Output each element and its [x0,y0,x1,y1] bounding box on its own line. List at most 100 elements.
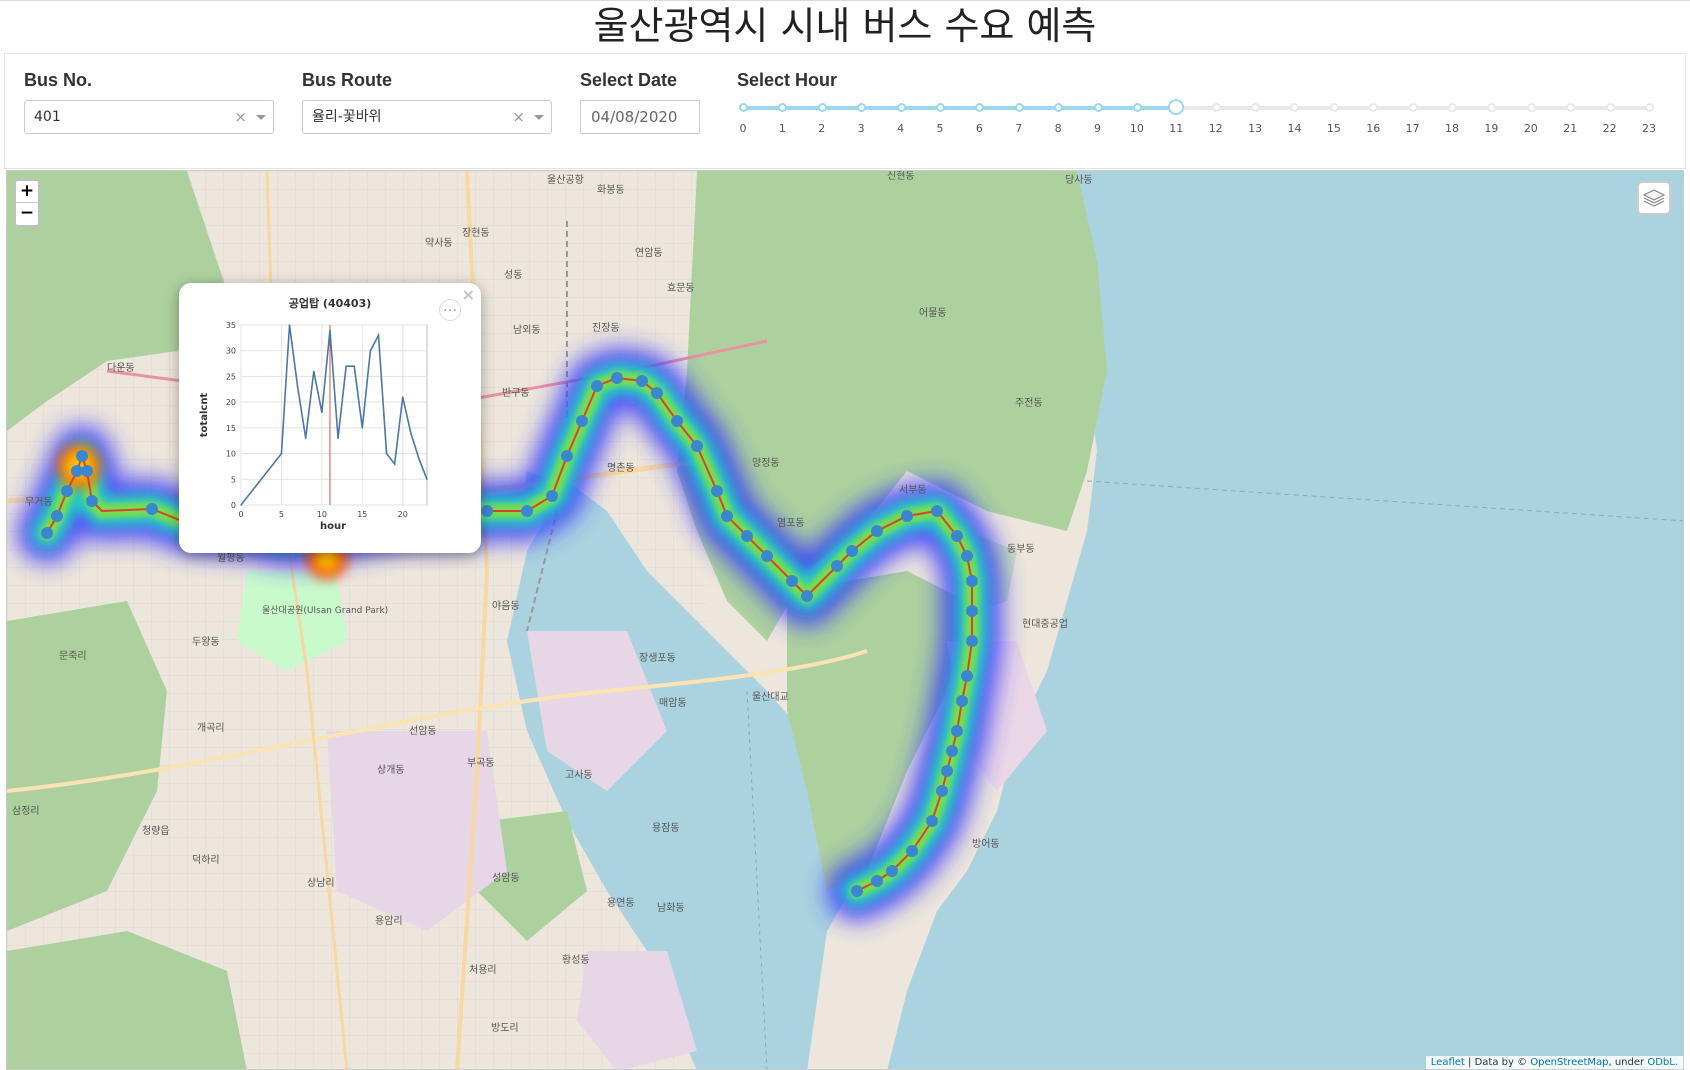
bus-stop-marker[interactable] [481,505,493,517]
slider-mark[interactable] [1566,103,1576,112]
chart-point [361,427,364,429]
slider-mark[interactable] [896,103,906,112]
bus-stop-marker[interactable] [81,465,93,477]
slider-mark[interactable] [1054,103,1064,112]
slider-mark[interactable] [1369,103,1379,112]
bus-no-select[interactable]: 401 × [24,100,274,134]
bus-stop-marker[interactable] [691,440,703,452]
bus-stop-marker[interactable] [711,485,723,497]
bus-stop-marker[interactable] [801,590,813,602]
clear-icon[interactable]: × [234,101,247,133]
bus-stop-marker[interactable] [576,415,588,427]
svg-text:개곡리: 개곡리 [197,722,225,734]
slider-mark[interactable] [778,103,788,112]
svg-text:용암리: 용암리 [375,915,403,927]
bus-stop-marker[interactable] [931,505,943,517]
slider-mark[interactable] [1526,103,1536,112]
slider-mark[interactable] [1251,103,1261,112]
bus-stop-marker[interactable] [936,785,948,797]
zoom-in-button[interactable]: + [16,181,38,203]
slider-mark[interactable] [1211,103,1221,112]
bus-stop-marker[interactable] [741,530,753,542]
bus-stop-marker[interactable] [951,530,963,542]
hour-slider[interactable] [739,99,1654,115]
slider-mark[interactable] [1329,103,1339,112]
slider-mark[interactable] [739,103,748,112]
bus-stop-marker[interactable] [901,510,913,522]
chart-y-tick-label: 10 [226,450,236,459]
slider-mark[interactable] [1408,103,1418,112]
bus-stop-marker[interactable] [941,765,953,777]
bus-stop-marker[interactable] [761,550,773,562]
bus-stop-marker[interactable] [846,545,858,557]
slider-mark[interactable] [1448,103,1458,112]
bus-stop-marker[interactable] [871,875,883,887]
svg-text:두왕동: 두왕동 [192,636,220,648]
slider-mark[interactable] [817,103,827,112]
slider-mark[interactable] [1605,103,1615,112]
zoom-out-button[interactable]: − [16,203,38,225]
odbl-link[interactable]: ODbL. [1647,1057,1678,1068]
chevron-down-icon[interactable] [256,115,266,120]
slider-handle[interactable] [1168,99,1185,115]
map[interactable]: 울산공항 화봉동 장현동 약사동 연암동 효문동 성동 다운동 반구동 남외동 … [6,170,1684,1070]
bus-stop-marker[interactable] [521,505,533,517]
svg-text:부곡동: 부곡동 [467,757,495,769]
bus-stop-marker[interactable] [946,745,958,757]
clear-icon[interactable]: × [512,101,525,133]
chart-point [393,463,396,465]
bus-stop-marker[interactable] [671,415,683,427]
bus-stop-marker[interactable] [76,450,88,462]
chart-x-tick-label: 0 [238,510,243,519]
bus-stop-marker[interactable] [41,527,53,539]
bus-stop-marker[interactable] [51,510,63,522]
slider-mark[interactable] [1132,103,1142,112]
leaflet-link[interactable]: Leaflet [1431,1057,1465,1068]
bus-stop-marker[interactable] [966,635,978,647]
bus-stop-marker[interactable] [961,550,973,562]
bus-stop-marker[interactable] [146,503,158,515]
slider-mark-label: 18 [1445,122,1460,135]
bus-stop-marker[interactable] [86,495,98,507]
slider-mark[interactable] [1093,103,1103,112]
bus-stop-marker[interactable] [561,450,573,462]
date-input[interactable]: 04/08/2020 [580,100,700,134]
bus-stop-marker[interactable] [966,575,978,587]
chevron-down-icon[interactable] [534,115,544,120]
bus-stop-marker[interactable] [871,525,883,537]
bus-route-select[interactable]: 율리-꽃바위 × [302,100,552,134]
bus-stop-marker[interactable] [851,885,863,897]
bus-stop-marker[interactable] [591,380,603,392]
bus-stop-marker[interactable] [951,725,963,737]
bus-stop-marker[interactable] [886,865,898,877]
bus-stop-marker[interactable] [546,490,558,502]
bus-stop-marker[interactable] [906,845,918,857]
slider-mark[interactable] [1487,103,1497,112]
slider-mark[interactable] [1645,103,1654,112]
bus-stop-marker[interactable] [961,670,973,682]
more-menu-icon[interactable]: … [439,299,461,321]
slider-mark[interactable] [857,103,867,112]
svg-text:야음동: 야음동 [492,600,520,612]
bus-stop-marker[interactable] [61,485,73,497]
bus-stop-marker[interactable] [956,695,968,707]
slider-mark[interactable] [1290,103,1300,112]
bus-stop-marker[interactable] [721,510,733,522]
bus-stop-marker[interactable] [786,575,798,587]
slider-mark-label: 6 [975,122,983,135]
osm-link[interactable]: OpenStreetMap [1530,1057,1608,1068]
slider-mark[interactable] [975,103,985,112]
slider-mark[interactable] [935,103,945,112]
layers-button[interactable] [1637,181,1671,215]
close-icon[interactable]: × [462,285,475,304]
bus-stop-marker[interactable] [636,375,648,387]
bus-stop-marker[interactable] [926,815,938,827]
slider-mark-label: 8 [1054,122,1062,135]
bus-stop-marker[interactable] [831,560,843,572]
bus-stop-marker[interactable] [611,372,623,384]
slider-mark-label: 0 [739,122,747,135]
slider-mark[interactable] [1014,103,1024,112]
bus-stop-marker[interactable] [651,387,663,399]
bus-stop-marker[interactable] [966,605,978,617]
slider-mark-label: 5 [936,122,944,135]
